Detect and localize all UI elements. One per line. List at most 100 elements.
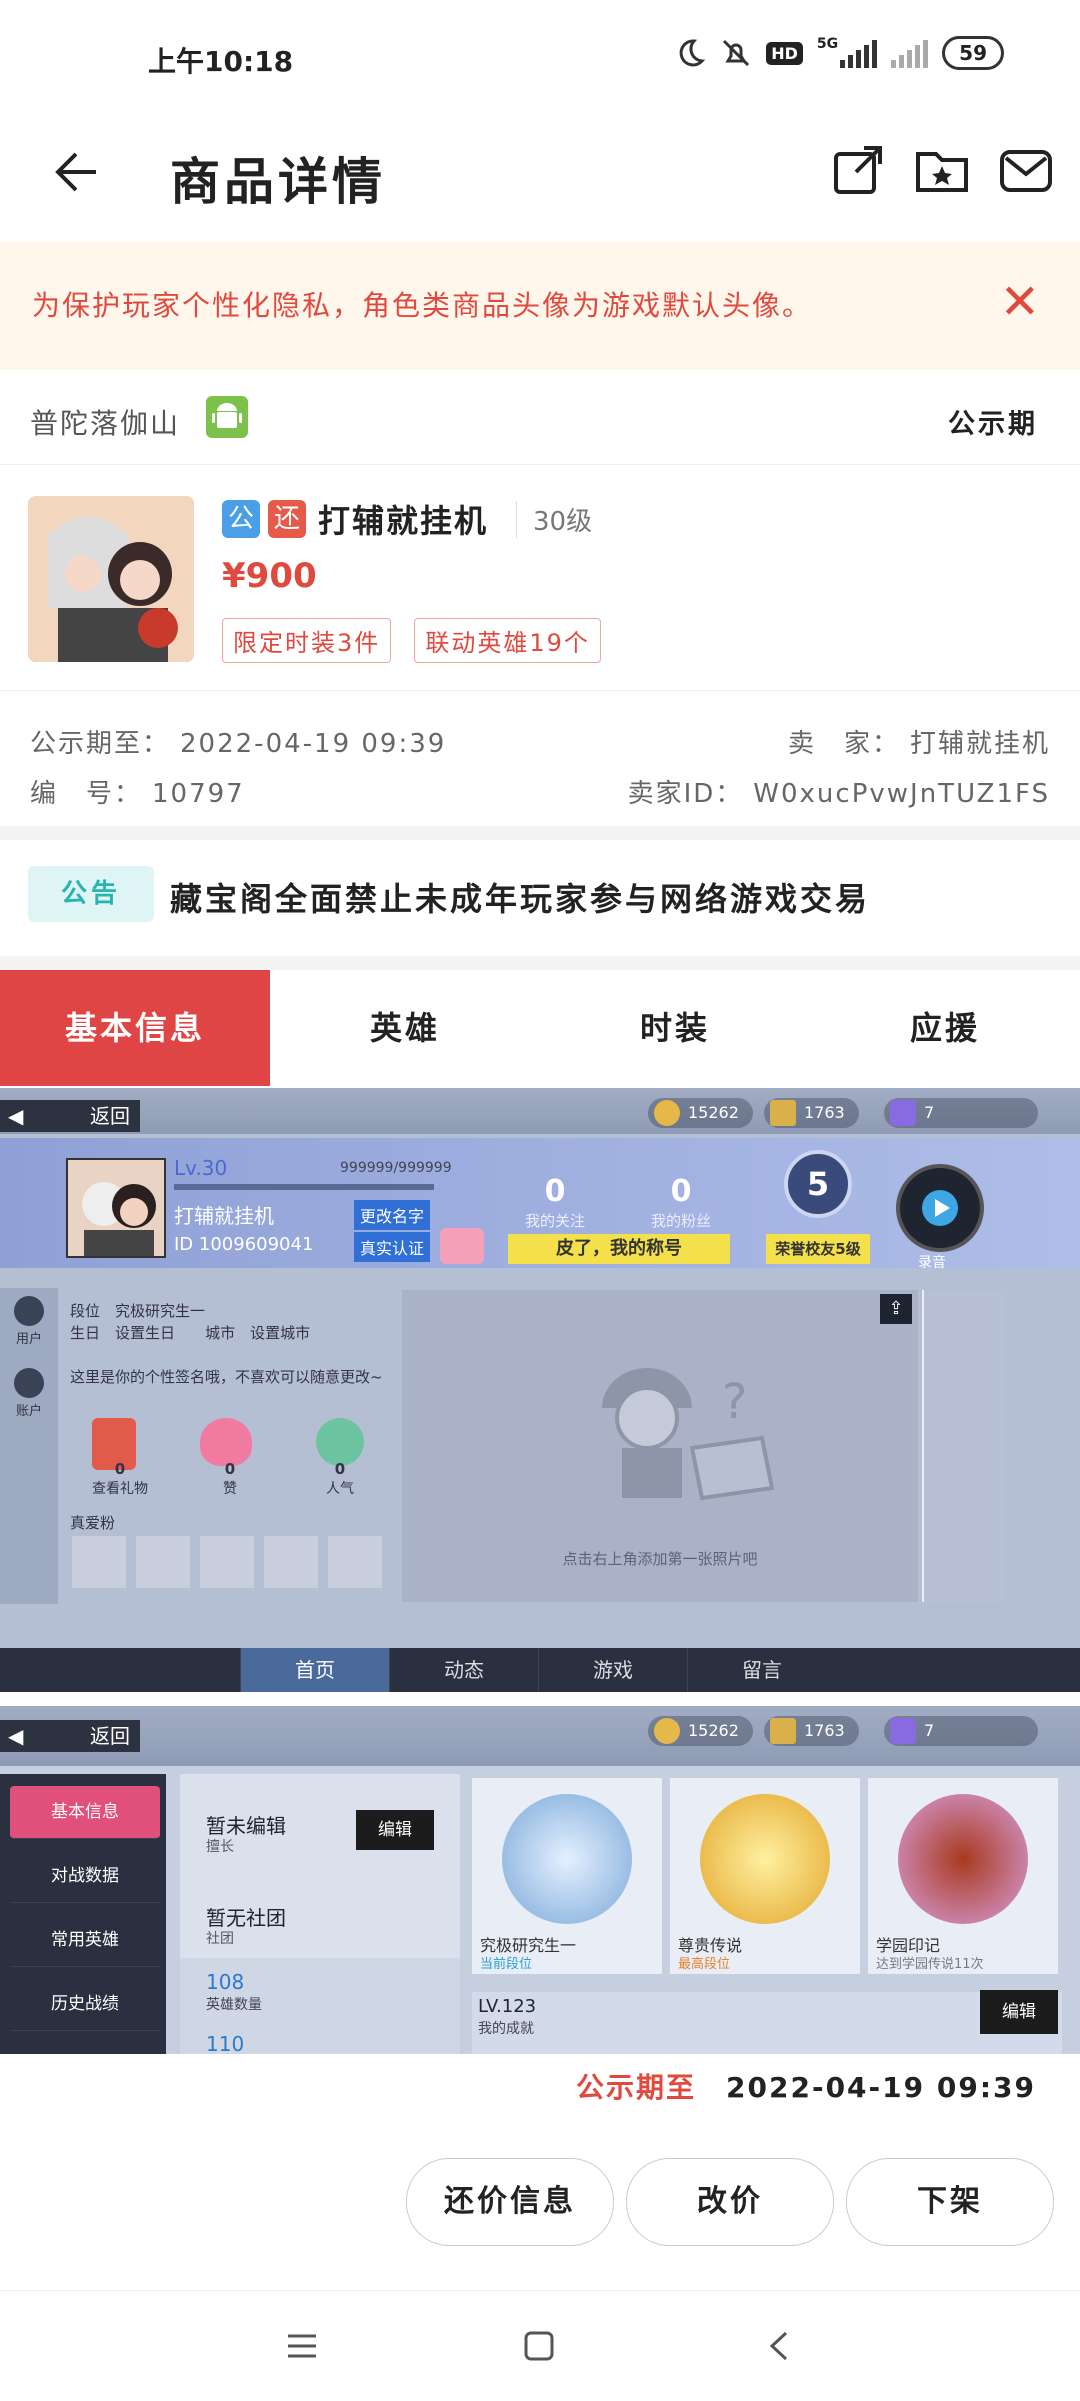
shot-nav-messages: 留言: [687, 1648, 836, 1692]
favorite-folder-icon[interactable]: [912, 140, 972, 200]
announcement-text: 藏宝阁全面禁止未成年玩家参与网络游戏交易: [170, 880, 871, 918]
public-until-value: 2022-04-19 09:39: [180, 729, 447, 759]
title-bar: 皮了，我的称号: [508, 1234, 730, 1264]
tab-heroes[interactable]: 英雄: [270, 970, 540, 1086]
rank-card-highest: 尊贵传说 最高段位: [670, 1778, 860, 1974]
achievement-label: 我的成就: [478, 2021, 534, 2037]
product-id-value: 10797: [152, 779, 245, 809]
page-title: 商品详情: [170, 153, 386, 211]
product-level: 30级: [516, 500, 592, 538]
divider: [0, 826, 1080, 840]
profile-exp: 999999/999999: [340, 1160, 452, 1176]
fan-slot: [72, 1536, 126, 1588]
coin-resource: 15262: [648, 1716, 753, 1746]
mute-bell-icon: [723, 39, 750, 67]
record-player-icon: [896, 1164, 984, 1252]
shot-back-button: ◀ 返回: [0, 1100, 140, 1132]
rank-row: 段位 究极研究生一: [70, 1302, 206, 1320]
close-icon[interactable]: ✕: [1000, 272, 1040, 332]
fans-count: 0: [670, 1174, 692, 1209]
chip-collab-heroes: 联动英雄19个: [414, 618, 601, 663]
ticket-resource: 1763: [764, 1098, 859, 1128]
share-icon[interactable]: [828, 140, 888, 200]
change-price-button[interactable]: 改价: [626, 2158, 834, 2246]
rank-card-academy: 学园印记 达到学园传说11次: [868, 1778, 1058, 1974]
seller-row: 卖 家： 打辅就挂机: [788, 723, 1050, 760]
signature-text: 这里是你的个性签名哦，不喜欢可以随意更改~: [70, 1368, 383, 1386]
gem-resource: 7: [884, 1098, 1038, 1128]
follow-label: 我的关注: [524, 1212, 585, 1230]
public-period-label: 公示期至: [576, 2071, 697, 2104]
status-label: 公示期: [948, 409, 1038, 440]
product-title-row: 公 还 打辅就挂机 30级: [222, 496, 592, 542]
back-nav-icon[interactable]: [766, 2329, 792, 2363]
product-card[interactable]: 公 还 打辅就挂机 30级 ¥900 限定时装3件 联动英雄19个: [0, 466, 1080, 688]
public-tag: 公: [222, 500, 260, 538]
privacy-notice: 为保护玩家个性化隐私，角色类商品头像为游戏默认头像。 ✕: [0, 242, 1080, 370]
product-id-row: 编 号： 10797: [30, 773, 245, 810]
message-icon[interactable]: [996, 140, 1056, 200]
shot-nav-home: 首页: [240, 1648, 389, 1692]
back-arrow-icon[interactable]: [46, 144, 102, 200]
public-period-footer: 公示期至 2022-04-19 09:39: [576, 2066, 1036, 2106]
game-screenshot-stats[interactable]: ◀ 返回 15262 1763 7 基本信息 对战数据 常用英雄 历史战绩 暂未编…: [0, 1706, 1080, 2054]
tab-basic-info[interactable]: 基本信息: [0, 970, 270, 1086]
rename-button: 更改名字: [354, 1200, 431, 1230]
popularity-count: 0: [334, 1460, 346, 1478]
counter-offer-button[interactable]: 还价信息: [406, 2158, 614, 2246]
cake-icon: [440, 1228, 484, 1264]
tab-skins[interactable]: 时装: [540, 970, 810, 1086]
product-name: 打辅就挂机: [318, 502, 489, 540]
shot-bottom-nav: 首页 动态 游戏 留言: [0, 1648, 1080, 1692]
gem-resource: 7: [884, 1716, 1038, 1746]
popularity-icon: [316, 1418, 364, 1466]
signal-2-icon: [891, 38, 929, 68]
true-fans-label: 真爱粉: [70, 1514, 116, 1532]
fan-slot: [200, 1536, 254, 1588]
profile-level: Lv.30: [174, 1156, 228, 1180]
delist-button[interactable]: 下架: [846, 2158, 1054, 2246]
exp-bar: [174, 1184, 434, 1190]
popularity-label: 人气: [326, 1481, 354, 1497]
shot2-side-history: 历史战绩: [10, 1978, 160, 2031]
ticket-resource: 1763: [764, 1716, 859, 1746]
home-icon[interactable]: [522, 2329, 556, 2363]
signal-icon: [840, 38, 878, 68]
side-user-label: 用户: [16, 1332, 43, 1347]
network-label: 5G: [816, 36, 839, 52]
honor-emblem: 5: [784, 1150, 852, 1218]
photo-thumbs: [922, 1290, 1006, 1602]
game-screenshot-profile[interactable]: ◀ 返回 15262 1763 7 Lv.30 999999/999999 打辅就…: [0, 1088, 1080, 1692]
no-club-text: 暂无社团: [206, 1906, 286, 1930]
hero-count: 108: [206, 1970, 245, 1994]
product-id-label: 编 号：: [30, 779, 143, 809]
fan-slot: [328, 1536, 382, 1588]
tab-support[interactable]: 应援: [810, 970, 1080, 1086]
honor-label: 荣誉校友5级: [766, 1234, 870, 1264]
public-until-label: 公示期至：: [30, 729, 171, 759]
menu-icon[interactable]: [284, 2331, 320, 2361]
club-label: 社团: [206, 1931, 234, 1947]
seller-id-row: 卖家ID： W0xucPvwJnTUZ1FS: [628, 773, 1050, 810]
moon-icon: [679, 39, 706, 67]
seller-id-label: 卖家ID：: [627, 779, 744, 809]
shot-nav-games: 游戏: [538, 1648, 687, 1692]
seller-id-value: W0xucPvwJnTUZ1FS: [753, 779, 1050, 809]
achievement-level: LV.123: [478, 1996, 537, 2017]
detail-tabs: 基本信息 英雄 时装 应援: [0, 970, 1080, 1086]
verify-button: 真实认证: [354, 1232, 431, 1262]
record-label: 录音: [918, 1255, 946, 1271]
android-icon: [206, 396, 248, 438]
notice-text: 为保护玩家个性化隐私，角色类商品头像为游戏默认头像。: [32, 289, 813, 322]
battery-level: 59: [942, 36, 1004, 70]
product-meta: 公示期至： 2022-04-19 09:39 编 号： 10797 卖 家： 打辅就挂…: [0, 690, 1080, 825]
next-stat-value: 110: [206, 2032, 245, 2054]
unedited-text: 暂未编辑: [206, 1814, 286, 1838]
shot-nav-feed: 动态: [389, 1648, 538, 1692]
product-avatar: [28, 496, 194, 662]
server-row: 普陀落伽山 公示期: [0, 372, 1080, 465]
gift-label: 查看礼物: [92, 1481, 148, 1497]
announcement[interactable]: 公告 藏宝阁全面禁止未成年玩家参与网络游戏交易: [0, 840, 1080, 962]
page-header: 商品详情: [0, 118, 1080, 240]
strength-label: 擅长: [206, 1839, 234, 1855]
